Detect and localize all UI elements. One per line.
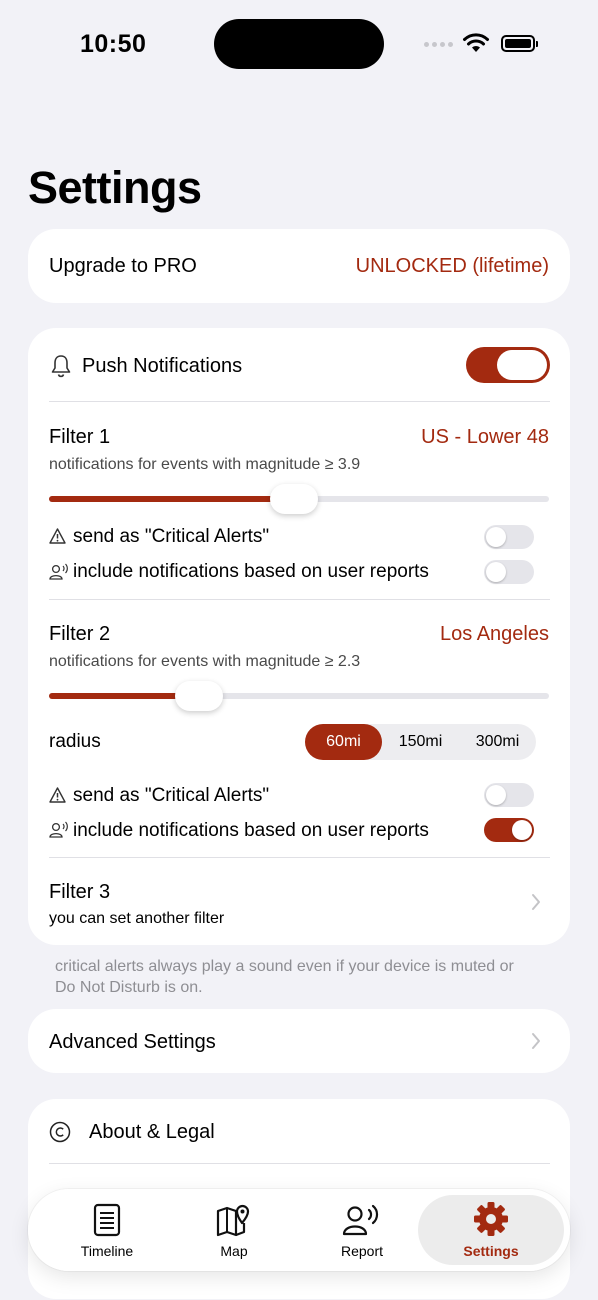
page-title: Settings [28,162,202,213]
dynamic-island [214,19,384,69]
status-time: 10:50 [80,30,147,58]
cellular-signal-icon [424,42,453,47]
gear-icon [474,1202,508,1236]
slider-thumb[interactable] [270,484,318,514]
filter1-critical-label: send as "Critical Alerts" [73,526,270,547]
filter1-region[interactable]: US - Lower 48 [421,426,549,449]
about-legal-label: About & Legal [89,1121,215,1143]
push-notifications-label: Push Notifications [82,355,243,377]
tab-label: Map [220,1243,248,1259]
chevron-right-icon [532,894,540,910]
tab-settings[interactable]: Settings [418,1195,564,1265]
wifi-icon [463,33,489,52]
filter1-title: Filter 1 [49,426,111,448]
map-pin-icon [216,1204,250,1237]
filter2-user-reports-label: include notifications based on user repo… [73,820,429,841]
user-report-icon [49,821,68,838]
tab-label: Timeline [80,1243,134,1259]
radius-option-60mi[interactable]: 60mi [305,724,382,760]
filter1-critical-toggle[interactable] [484,525,534,549]
tab-label: Report [340,1243,384,1259]
upgrade-label: Upgrade to PRO [49,255,197,277]
tab-label: Settings [463,1243,519,1259]
advanced-settings-row[interactable]: Advanced Settings [28,1009,570,1073]
filter1-user-reports-label: include notifications based on user repo… [73,561,429,582]
divider [49,401,550,402]
person-wave-icon [342,1204,379,1236]
warning-icon [49,528,66,544]
copyright-icon [49,1121,71,1143]
status-bar: 10:50 [0,0,598,90]
divider [49,1163,550,1164]
filter2-magnitude-slider[interactable] [49,681,549,711]
filter2-critical-toggle[interactable] [484,783,534,807]
divider [49,599,550,600]
filter1-description: notifications for events with magnitude … [49,456,361,473]
tab-timeline[interactable]: Timeline [47,1195,167,1265]
warning-icon [49,787,66,803]
filter2-critical-label: send as "Critical Alerts" [73,785,270,806]
filter2-region[interactable]: Los Angeles [440,623,549,646]
filter1-magnitude-slider[interactable] [49,484,549,514]
battery-icon [501,35,538,52]
tab-bar: Timeline Map Report Settings [28,1189,570,1271]
tab-map[interactable]: Map [174,1195,294,1265]
filter2-title: Filter 2 [49,623,111,645]
tab-report[interactable]: Report [302,1195,422,1265]
advanced-settings-label: Advanced Settings [49,1031,216,1053]
upgrade-status: UNLOCKED (lifetime) [355,255,549,277]
radius-segmented-control[interactable]: 60mi 150mi 300mi [305,724,536,760]
filter2-user-reports-toggle[interactable] [484,818,534,842]
bell-icon [51,355,71,378]
radius-label: radius [49,731,101,752]
filter2-description: notifications for events with magnitude … [49,653,361,670]
notifications-card: Push Notifications Filter 1 US - Lower 4… [28,328,570,945]
filter3-subtitle: you can set another filter [49,910,225,927]
radius-option-150mi[interactable]: 150mi [382,724,459,760]
slider-thumb[interactable] [175,681,223,711]
filter1-user-reports-toggle[interactable] [484,560,534,584]
radius-option-300mi[interactable]: 300mi [459,724,536,760]
critical-alerts-footnote: critical alerts always play a sound even… [55,958,514,996]
user-report-icon [49,563,68,580]
chevron-right-icon [532,1033,540,1049]
upgrade-pro-row[interactable]: Upgrade to PRO UNLOCKED (lifetime) [28,229,570,303]
timeline-icon [93,1203,121,1237]
filter3-title: Filter 3 [49,881,111,903]
push-notifications-toggle[interactable] [466,347,550,383]
